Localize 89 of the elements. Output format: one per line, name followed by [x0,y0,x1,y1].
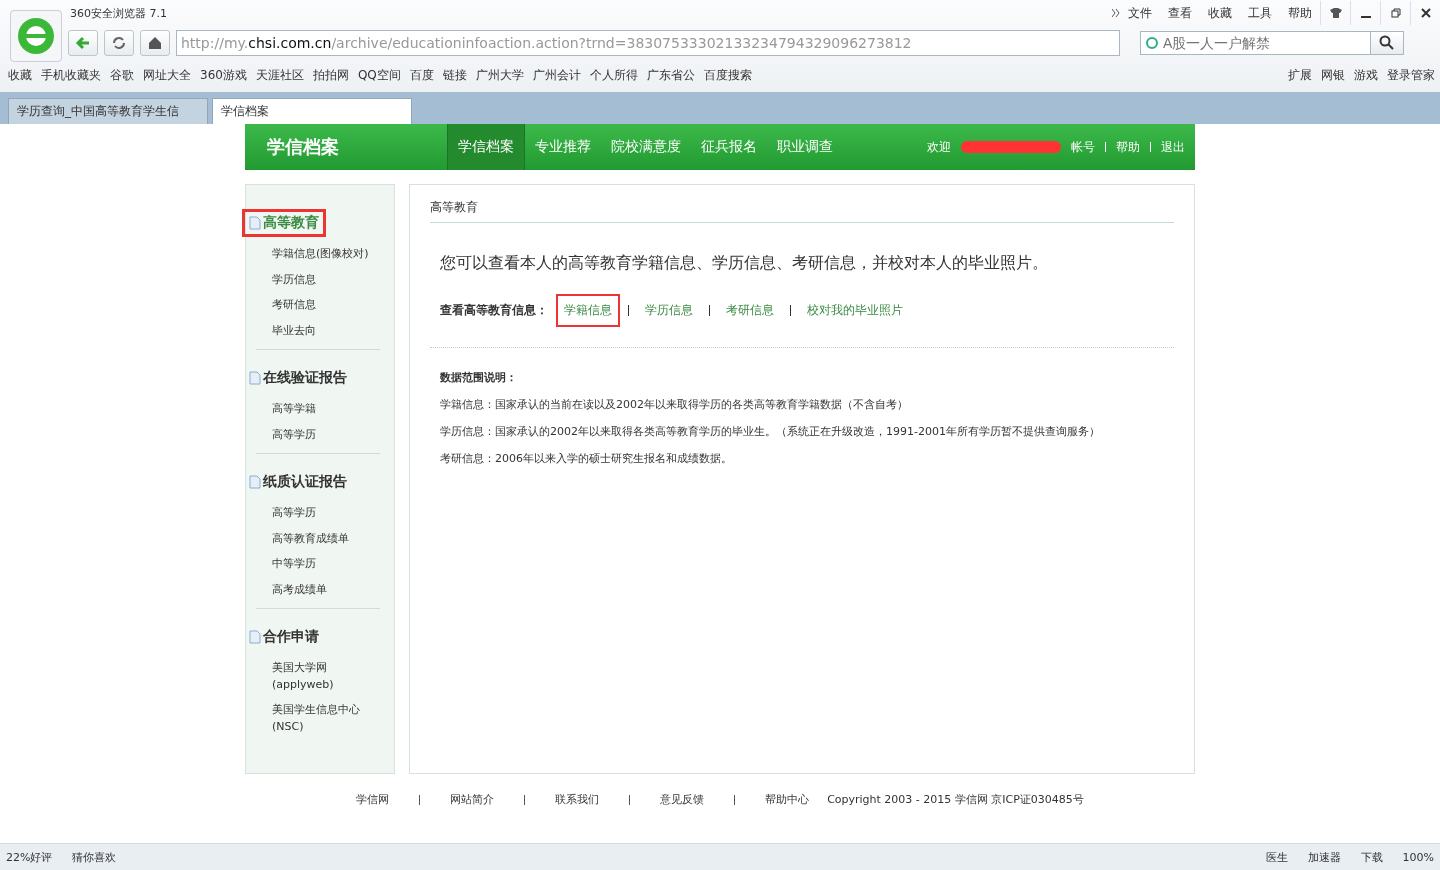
refresh-button[interactable] [104,30,134,56]
restore-icon [1390,7,1401,18]
status-item[interactable]: 猜你喜欢 [72,849,117,865]
window-title: 360安全浏览器 7.1 [70,5,168,21]
sidebar-link[interactable]: 高考成绩单 [272,581,380,598]
info-link[interactable]: 学历信息 [639,296,699,325]
sidebar-link[interactable]: 高等学历 [272,505,380,522]
sidebar-heading[interactable]: 纸质认证报告 [242,468,354,496]
toolbar-item[interactable]: 网银 [1321,66,1345,84]
bookmark[interactable]: 天涯社区 [255,66,304,84]
browser-tab[interactable]: 学信档案 [212,98,412,124]
status-item[interactable]: 100% [1402,850,1434,864]
bookmark[interactable]: 个人所得 [589,66,638,84]
bookmark[interactable]: 百度搜索 [703,66,752,84]
address-field[interactable]: http://my.chsi.com.cn/archive/educationinfoaction.action?trnd=38307533302133234794329096273812 [176,30,1120,56]
document-icon [249,371,261,385]
note-text: 考研信息：2006年以来入学的硕士研究生报名和成绩数据。 [440,451,733,466]
menu-item[interactable]: 查看 [1168,4,1192,22]
refresh-icon [111,35,127,51]
bookmark[interactable]: 链接 [442,66,467,84]
sidebar-link[interactable]: 高等学籍 [272,401,380,418]
breadcrumb: 高等教育 [430,197,1174,223]
bookmark[interactable]: 手机收藏夹 [41,66,101,84]
footer-link[interactable]: 网站简介 [450,792,495,807]
shirt-icon [1329,7,1342,18]
search-button[interactable] [1370,31,1404,55]
status-item[interactable]: 加速器 [1307,849,1341,865]
sidebar-link[interactable]: 高等学历 [272,426,380,443]
document-icon [249,475,261,489]
info-link[interactable]: 学籍信息 [558,296,618,325]
bookmark[interactable]: QQ空间 [357,66,401,84]
note-text: 学籍信息：国家承认的当前在读以及2002年以来取得学历的各类高等教育学籍数据（不含自考） [440,397,909,412]
menu-item[interactable]: 帮助 [1288,4,1312,22]
bookmark[interactable]: 广州会计 [532,66,581,84]
bookmark[interactable]: 百度 [409,66,434,84]
bookmark[interactable]: 广东省公 [646,66,695,84]
welcome-text: 欢迎 [927,138,951,156]
info-link[interactable]: 考研信息 [720,296,780,325]
search-icon [1379,35,1395,51]
sidebar-link[interactable]: 学籍信息(图像校对) [272,246,380,263]
info-link[interactable]: 校对我的毕业照片 [801,296,909,325]
toolbar-item[interactable]: 游戏 [1354,66,1378,84]
back-button[interactable] [68,30,98,56]
browser-tab[interactable]: 学历查询_中国高等教育学生信 [8,98,208,124]
footer-link[interactable]: 学信网 [356,792,390,807]
footer-link[interactable]: 联系我们 [555,792,600,807]
document-icon [249,216,261,230]
toolbar-item[interactable]: 登录管家 [1387,66,1435,84]
close-icon [1420,7,1431,18]
notes-title: 数据范围说明： [440,370,518,385]
sidebar-link[interactable]: 考研信息 [272,297,380,314]
bookmark[interactable]: 拍拍网 [312,66,349,84]
menu-item[interactable]: 文件 [1128,4,1152,22]
bookmark[interactable]: 收藏 [8,66,32,84]
bookmark[interactable]: 360游戏 [200,66,247,84]
sidebar-link[interactable]: 高等教育成绩单 [272,530,380,547]
intro-text: 您可以查看本人的高等教育学籍信息、学历信息、考研信息，并校对本人的毕业照片。 [440,253,1049,274]
footer-link[interactable]: 意见反馈 [660,792,705,807]
toolbar-item[interactable]: 扩展 [1288,66,1312,84]
copyright-text: Copyright 2003 - 2015 学信网 京ICP证030485号 [827,792,1084,807]
chevron-icon[interactable] [1112,9,1120,17]
sidebar-heading[interactable]: 在线验证报告 [242,364,354,392]
site-logo: 学信档案 [266,135,340,159]
minimize-icon [1360,15,1371,18]
sidebar-link[interactable]: 学历信息 [272,271,380,288]
status-item[interactable]: 下载 [1360,849,1383,865]
sidebar-link[interactable]: 美国学生信息中心 (NSC) [272,702,380,735]
home-icon [147,35,163,51]
note-text: 学历信息：国家承认的2002年以来取得各类高等教育学历的毕业生。（系统正在升级改造，1991-2001年所有学历暂不提供查询服务） [440,424,1101,439]
status-item[interactable]: 医生 [1265,849,1288,865]
nav-tab[interactable]: 学信档案 [447,124,525,170]
arrow-icon [75,35,91,51]
sidebar-heading[interactable]: 合作申请 [242,623,326,651]
status-item[interactable]: 22%好评 [6,849,53,865]
sidebar-link[interactable]: 中等学历 [272,556,380,573]
document-icon [249,630,261,644]
sidebar-heading[interactable]: 高等教育 [242,209,326,237]
sidebar-link[interactable]: 毕业去向 [272,322,380,339]
sidebar-link[interactable]: 美国大学网 (applyweb) [272,660,380,693]
menu-item[interactable]: 工具 [1248,4,1272,22]
browser-logo-icon [10,10,62,62]
home-button[interactable] [140,30,170,56]
links-label: 查看高等教育信息： [440,302,548,319]
footer-link[interactable]: 帮助中心 [765,792,810,807]
bookmark[interactable]: 谷歌 [110,66,134,84]
search-field[interactable]: A股一人一户解禁 [1140,31,1370,55]
menu-item[interactable]: 收藏 [1208,4,1232,22]
bookmark[interactable]: 网址大全 [143,66,191,84]
bookmark[interactable]: 广州大学 [475,66,524,84]
